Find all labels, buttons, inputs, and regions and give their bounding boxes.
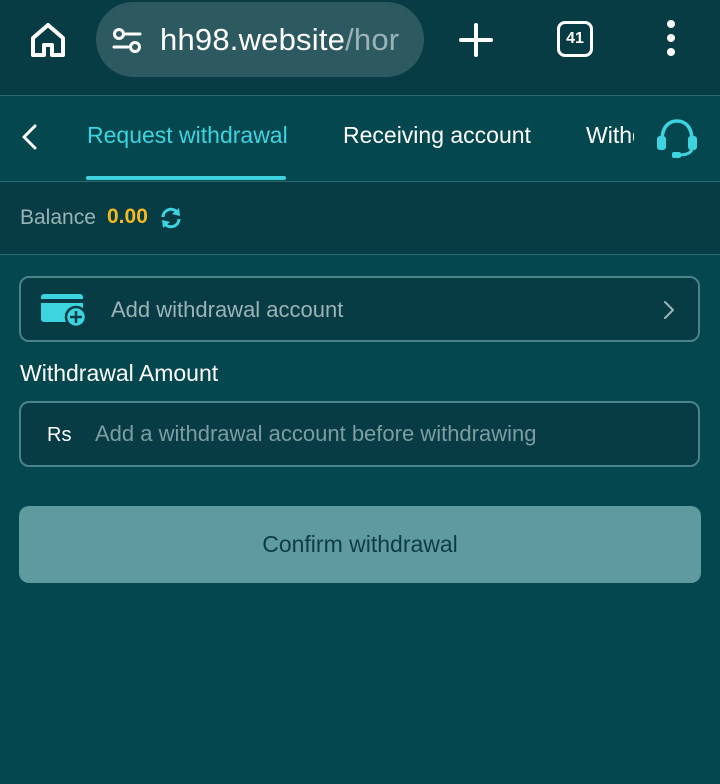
confirm-withdrawal-button[interactable]: Confirm withdrawal (19, 506, 701, 583)
home-button[interactable] (26, 18, 70, 62)
refresh-balance-button[interactable] (159, 206, 183, 230)
balance-row: Balance 0.00 (0, 182, 720, 254)
tune-icon (112, 28, 142, 53)
browser-toolbar: hh98.website/hor 41 (0, 0, 720, 95)
site-settings-button[interactable] (110, 26, 144, 56)
refresh-icon (161, 207, 181, 229)
chevron-right-icon (664, 301, 674, 319)
browser-menu-button[interactable] (656, 18, 686, 58)
active-tab-indicator (86, 176, 286, 180)
tab-receiving-account[interactable]: Receiving account (343, 122, 531, 149)
add-withdrawal-account-button[interactable]: Add withdrawal account (19, 276, 700, 342)
tab-switcher-button[interactable]: 41 (557, 21, 593, 57)
balance-value: 0.00 (107, 205, 148, 228)
customer-support-button[interactable] (654, 116, 700, 158)
withdrawal-amount-input[interactable] (95, 413, 685, 455)
address-bar[interactable]: hh98.website/hor (96, 2, 424, 77)
more-vertical-icon (667, 20, 675, 56)
plus-icon (459, 23, 493, 57)
withdrawal-amount-field: Rs (19, 401, 700, 467)
back-button[interactable] (18, 122, 42, 152)
url-path: /hor (345, 22, 400, 57)
headset-icon (657, 119, 697, 158)
currency-symbol: Rs (47, 424, 72, 446)
wallet-add-icon (41, 294, 88, 328)
url-host: hh98.website (160, 22, 346, 57)
divider (0, 254, 720, 255)
add-account-label: Add withdrawal account (111, 297, 344, 322)
balance-label: Balance (20, 206, 96, 229)
withdrawal-amount-heading: Withdrawal Amount (20, 360, 219, 386)
home-icon (31, 23, 65, 57)
tab-withdrawal-record[interactable]: Withdrawal (586, 122, 634, 149)
chevron-left-icon (22, 124, 37, 150)
tab-request-withdrawal[interactable]: Request withdrawal (87, 122, 288, 149)
tabs-nav: Request withdrawal Receiving account Wit… (0, 96, 720, 181)
url-text: hh98.website/hor (160, 22, 399, 58)
new-tab-button[interactable] (456, 20, 496, 60)
tab-count: 41 (566, 30, 584, 47)
